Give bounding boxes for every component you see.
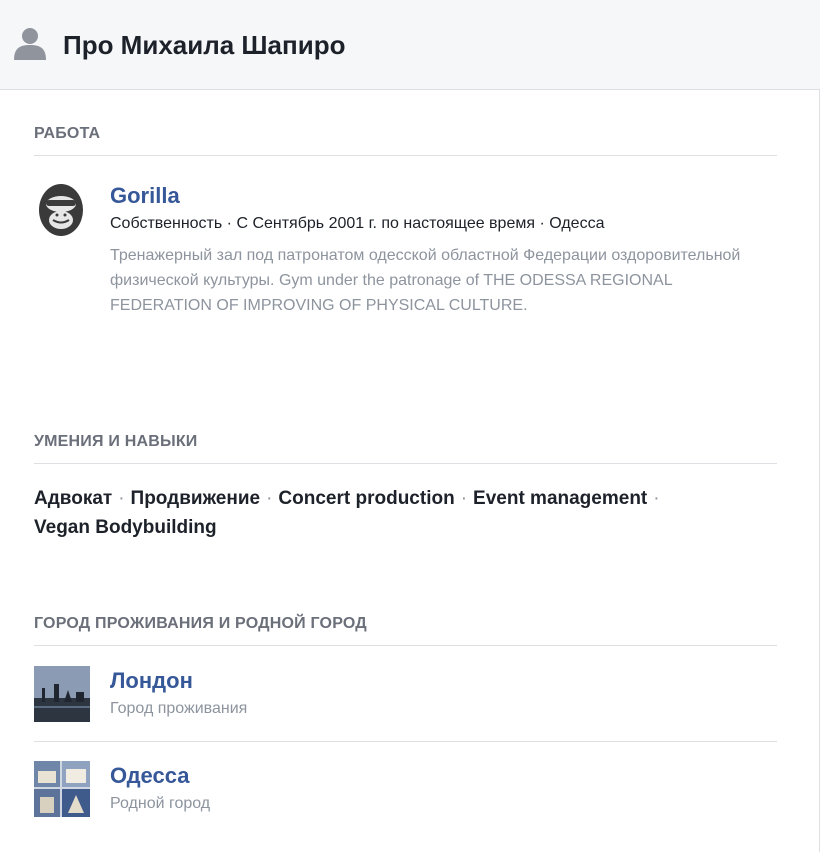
- user-silhouette-icon: [14, 28, 46, 60]
- skill-item[interactable]: Vegan Bodybuilding: [34, 517, 217, 538]
- place-name-odessa[interactable]: Одесса: [110, 763, 189, 789]
- divider: [34, 645, 777, 646]
- london-thumbnail[interactable]: [34, 666, 90, 722]
- skill-item[interactable]: Адвокат: [34, 488, 112, 509]
- work-item-description: Тренажерный зал под патронатом одесской …: [110, 247, 741, 314]
- skills-list: Адвокат · Продвижение · Concert production · E…: [34, 484, 794, 542]
- place-name-london[interactable]: Лондон: [110, 668, 193, 694]
- work-item-name[interactable]: Gorilla: [110, 183, 180, 209]
- place-type: Город проживания: [110, 700, 248, 717]
- skill-separator: ·: [266, 488, 273, 509]
- gorilla-logo-icon[interactable]: [36, 182, 86, 238]
- work-item-meta: Собственность · С Сентябрь 2001 г. по на…: [110, 215, 605, 232]
- divider: [34, 463, 777, 464]
- odessa-thumbnail[interactable]: [34, 761, 90, 817]
- section-title-skills: УМЕНИЯ И НАВЫКИ: [34, 433, 198, 450]
- divider: [34, 741, 777, 742]
- skill-item[interactable]: Продвижение: [131, 488, 261, 509]
- skill-separator: ·: [118, 488, 125, 509]
- skill-item[interactable]: Concert production: [278, 488, 454, 509]
- skill-separator: ·: [460, 488, 468, 509]
- divider: [34, 155, 777, 156]
- section-title-places: ГОРОД ПРОЖИВАНИЯ И РОДНОЙ ГОРОД: [34, 615, 367, 632]
- skill-item[interactable]: Event management: [473, 488, 647, 509]
- about-card: Про Михаила Шапиро РАБОТА Gorilla Собств…: [0, 0, 820, 852]
- section-title-work: РАБОТА: [34, 125, 101, 142]
- skill-separator: ·: [653, 488, 660, 509]
- place-type: Родной город: [110, 795, 211, 812]
- page-title: Про Михаила Шапиро: [63, 30, 346, 60]
- card-header: Про Михаила Шапиро: [0, 0, 820, 90]
